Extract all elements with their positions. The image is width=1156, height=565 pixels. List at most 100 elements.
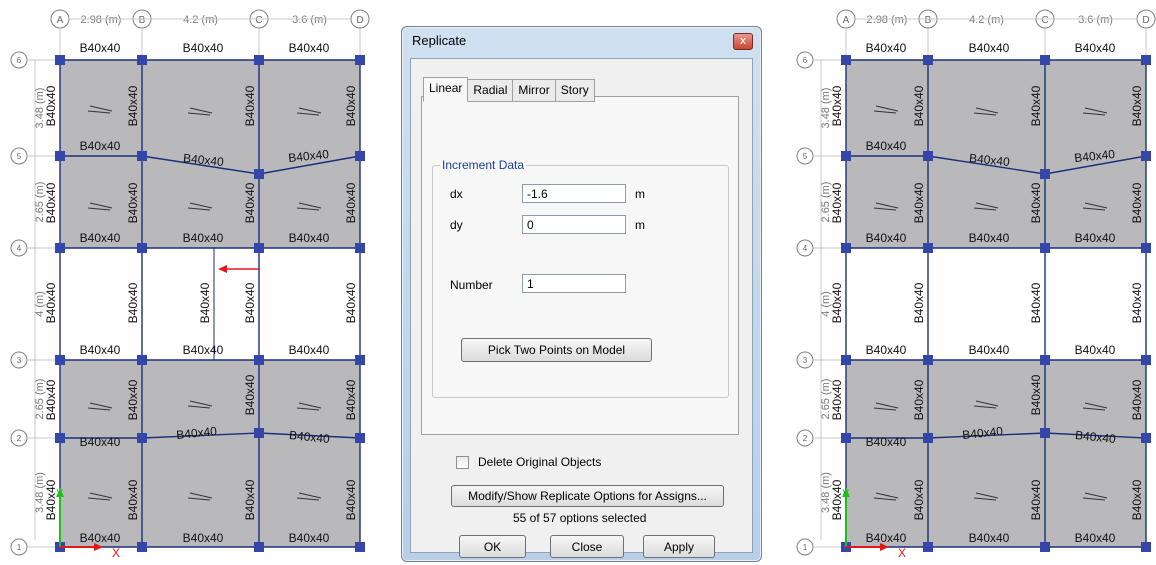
group-title: Increment Data <box>440 158 527 172</box>
tab-linear[interactable]: Linear <box>423 77 469 102</box>
modify-replicate-options-button[interactable]: Modify/Show Replicate Options for Assign… <box>451 485 724 507</box>
beam-label: B40x40 <box>1029 85 1043 126</box>
grid-dimension: 2.98 (m) <box>867 14 908 26</box>
column-square <box>355 542 365 552</box>
beam-label: B40x40 <box>126 182 140 223</box>
grid-dimension: 4.2 (m) <box>183 14 218 26</box>
ok-button[interactable]: OK <box>459 535 526 558</box>
column-square <box>923 355 933 365</box>
slab-panel <box>928 60 1045 156</box>
pick-two-points-button[interactable]: Pick Two Points on Model <box>461 338 652 362</box>
column-square <box>923 55 933 65</box>
column-square <box>55 355 65 365</box>
column-square <box>254 355 264 365</box>
plan-left-svg[interactable]: A B C D2.98 (m) 4.2 (m) 3.6 (m)6543213.48 (m)… <box>0 0 370 565</box>
y-axis-label: Y <box>842 488 850 500</box>
dy-label: dy <box>450 218 463 232</box>
beam-label: B40x40 <box>44 85 58 126</box>
dx-label: dx <box>450 187 463 201</box>
grid-dimension: 3.6 (m) <box>292 14 327 26</box>
grid-label: B <box>925 15 932 26</box>
grid-label: 6 <box>17 56 22 65</box>
apply-button[interactable]: Apply <box>643 535 715 558</box>
beam-label: B40x40 <box>866 139 907 153</box>
column-square <box>1040 542 1050 552</box>
beam-label: B40x40 <box>126 282 140 323</box>
beam-label: B40x40 <box>1130 479 1144 520</box>
column-square <box>1040 55 1050 65</box>
beam-label: B40x40 <box>183 531 224 545</box>
plan-view-after[interactable]: A B C D 2.98 (m) 4.2 (m) 3.6 (m) 6 5 4 3 2 1 3.48 (m)… <box>786 0 1156 565</box>
beam-label: B40x40 <box>44 379 58 420</box>
column-square <box>137 355 147 365</box>
replicate-dialog: Replicate x Increment Data dx m dy m Num… <box>401 26 762 562</box>
beam-label: B40x40 <box>243 282 257 323</box>
grid-label: 5 <box>17 152 22 161</box>
column-square <box>1141 151 1151 161</box>
beam-label: B40x40 <box>912 85 926 126</box>
beam-label: B40x40 <box>866 343 907 357</box>
close-icon[interactable]: x <box>733 33 753 50</box>
delete-original-checkbox[interactable] <box>456 456 469 469</box>
beam-label: B40x40 <box>912 479 926 520</box>
beam-label: B40x40 <box>1075 531 1116 545</box>
column-square <box>355 55 365 65</box>
dialog-body: Increment Data dx m dy m Number Pick Two… <box>410 58 753 558</box>
beam-label: B40x40 <box>969 41 1010 55</box>
beam-label: B40x40 <box>183 41 224 55</box>
beam-label: B40x40 <box>80 531 121 545</box>
number-input[interactable] <box>522 274 626 293</box>
beam-label: B40x40 <box>344 282 358 323</box>
tab-mirror[interactable]: Mirror <box>512 79 556 102</box>
beam-label: B40x40 <box>243 182 257 223</box>
beam-label: B40x40 <box>912 182 926 223</box>
beam-label: B40x40 <box>344 182 358 223</box>
beam-label: B40x40 <box>80 231 121 245</box>
column-square <box>1040 355 1050 365</box>
beam-label: B40x40 <box>830 182 844 223</box>
beam-label: B40x40 <box>44 182 58 223</box>
beam-label: B40x40 <box>1130 85 1144 126</box>
x-axis-label: X <box>112 546 120 560</box>
plan-view-before[interactable]: A B C D 2.98 (m) 4.2 (m) 3.6 (m) 6 5 4 3 2 1 3.48 (m)… <box>0 0 370 565</box>
column-square <box>841 243 851 253</box>
beam-label: B40x40 <box>183 343 224 357</box>
close-button[interactable]: Close <box>550 535 624 558</box>
beam-label: B40x40 <box>80 435 121 449</box>
beam-label: B40x40 <box>866 531 907 545</box>
dialog-title: Replicate <box>412 33 467 48</box>
dx-input[interactable] <box>522 184 626 203</box>
dy-input[interactable] <box>522 215 626 234</box>
grid-label: A <box>57 15 64 26</box>
tab-story[interactable]: Story <box>554 79 595 102</box>
slab-panel <box>142 60 259 156</box>
x-axis-label: X <box>898 546 906 560</box>
column-square <box>137 151 147 161</box>
beam-label: B40x40 <box>44 282 58 323</box>
beam-label: B40x40 <box>344 479 358 520</box>
grid-label: 1 <box>803 543 808 552</box>
beam-label: B40x40 <box>243 85 257 126</box>
column-square <box>254 169 264 179</box>
beam-label: B40x40 <box>289 531 330 545</box>
plan-right-svg[interactable]: A B C D2.98 (m) 4.2 (m) 3.6 (m)6543213.48 (m)… <box>786 0 1156 565</box>
grid-label: 4 <box>803 244 808 253</box>
grid-dimension: 2.98 (m) <box>81 14 122 26</box>
beam-label: B40x40 <box>1029 282 1043 323</box>
column-square <box>254 542 264 552</box>
column-square <box>254 428 264 438</box>
grid-label: B <box>139 15 146 26</box>
grid-label: C <box>255 15 262 26</box>
tab-radial[interactable]: Radial <box>467 79 514 102</box>
column-square <box>1040 169 1050 179</box>
column-square <box>137 542 147 552</box>
column-square <box>254 243 264 253</box>
column-square <box>355 151 365 161</box>
column-square <box>1040 428 1050 438</box>
beam-label: B40x40 <box>126 379 140 420</box>
number-label: Number <box>450 278 493 292</box>
column-square <box>841 433 851 443</box>
column-square <box>137 433 147 443</box>
beam-label: B40x40 <box>126 85 140 126</box>
beam-label: B40x40 <box>969 531 1010 545</box>
